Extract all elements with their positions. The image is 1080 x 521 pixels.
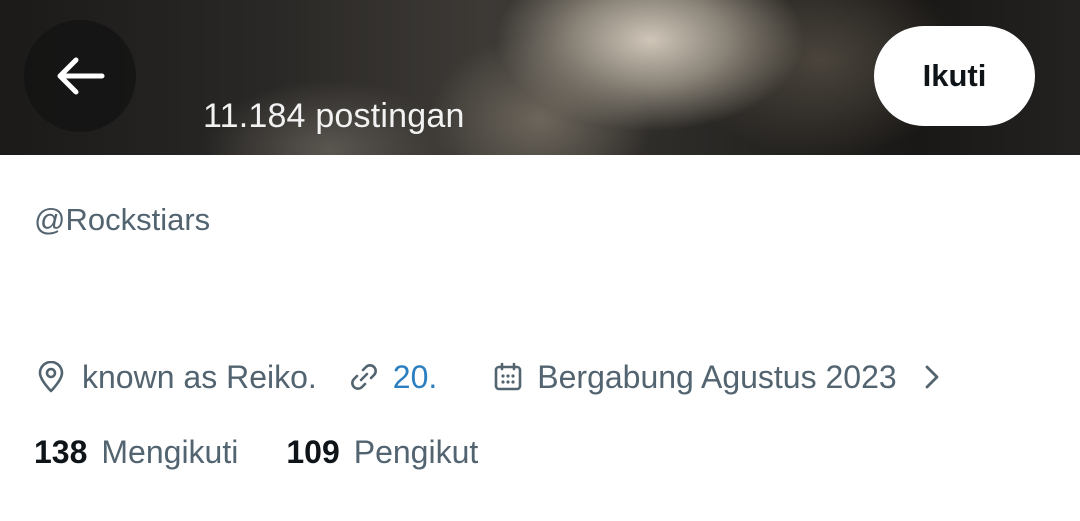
profile-banner: 11.184 postingan Ikuti (0, 0, 1080, 155)
follow-stats: 138 Mengikuti 109 Pengikut (34, 434, 478, 471)
post-count: 11.184 postingan (203, 97, 465, 135)
calendar-icon (491, 360, 525, 394)
link-icon (347, 360, 381, 394)
arrow-left-icon (57, 57, 105, 95)
followers-label: Pengikut (353, 434, 479, 470)
chevron-right-icon (915, 360, 949, 394)
following-stat[interactable]: 138 Mengikuti (34, 434, 238, 471)
following-label: Mengikuti (101, 434, 239, 470)
website-link[interactable]: 20. (393, 359, 437, 396)
location-pin-icon (34, 360, 68, 394)
followers-stat[interactable]: 109 Pengikut (286, 434, 478, 471)
location-item: known as Reiko. (34, 359, 317, 396)
joined-item[interactable]: Bergabung Agustus 2023 (491, 359, 948, 396)
follow-button[interactable]: Ikuti (874, 26, 1035, 126)
joined-date: Bergabung Agustus 2023 (537, 358, 897, 395)
profile-handle: @Rockstiars (34, 202, 211, 237)
following-count: 138 (34, 434, 88, 470)
followers-count: 109 (286, 434, 340, 470)
profile-meta: known as Reiko. 20. Bergabung Agustus 20… (34, 355, 949, 399)
website-item[interactable]: 20. (347, 359, 437, 396)
location-text: known as Reiko. (82, 358, 317, 395)
back-button[interactable] (24, 20, 136, 132)
